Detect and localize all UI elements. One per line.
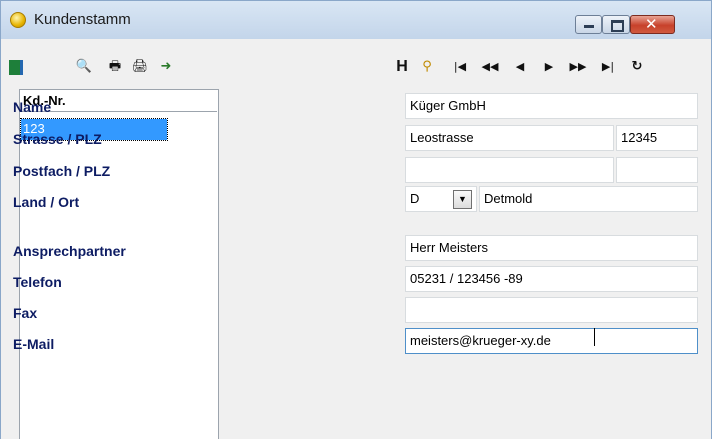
exit-button[interactable] xyxy=(7,53,25,81)
exit-door-icon xyxy=(9,60,23,75)
window-title: Kundenstamm xyxy=(34,11,131,28)
next-page-button[interactable]: ▶▶ xyxy=(567,53,589,81)
next-page-icon: ▶▶ xyxy=(569,60,587,73)
email-field[interactable]: meisters@krueger-xy.de xyxy=(405,328,698,354)
close-button[interactable]: ✕ xyxy=(630,15,675,34)
label-email: E-Mail xyxy=(13,336,55,352)
label-ansprechpartner: Ansprechpartner xyxy=(13,243,126,259)
land-dropdown-button[interactable]: ▼ xyxy=(453,190,472,209)
print-preview-button[interactable]: 🔍 xyxy=(73,53,95,81)
text-cursor xyxy=(594,328,595,346)
telefon-field[interactable]: 05231 / 123456 -89 xyxy=(405,266,698,292)
postfach-field[interactable] xyxy=(405,157,614,183)
app-icon xyxy=(10,12,26,28)
label-telefon: Telefon xyxy=(13,274,62,290)
close-icon: ✕ xyxy=(645,15,658,33)
toolbar: 🔍 🖶 🖨 ➜ H ⚲ |◀ ◀◀ ◀ ▶ ▶▶ ▶| ↻ xyxy=(1,53,711,83)
first-record-button[interactable]: |◀ xyxy=(449,53,471,81)
prev-page-icon: ◀◀ xyxy=(481,60,499,73)
refresh-icon: ↻ xyxy=(631,59,643,74)
next-record-icon: ▶ xyxy=(544,60,554,73)
strasse-field[interactable]: Leostrasse xyxy=(405,125,614,151)
label-fax: Fax xyxy=(13,305,38,321)
printer-icon: 🖶 xyxy=(108,59,122,74)
print-button[interactable]: 🖶 xyxy=(104,53,126,81)
label-name: Name xyxy=(13,99,52,115)
fax-field[interactable] xyxy=(405,297,698,323)
prev-page-button[interactable]: ◀◀ xyxy=(479,53,501,81)
h-button[interactable]: H xyxy=(393,53,411,81)
filter-icon: ⚲ xyxy=(422,59,432,74)
title-bar[interactable]: Kundenstamm ✕ xyxy=(1,1,711,39)
next-record-button[interactable]: ▶ xyxy=(538,53,560,81)
print-setup-icon: 🖨 xyxy=(131,59,149,74)
print-preview-icon: 🔍 xyxy=(75,59,93,74)
prev-record-icon: ◀ xyxy=(515,60,525,73)
export-button[interactable]: ➜ xyxy=(155,53,177,81)
label-strasse-plz: Strasse / PLZ xyxy=(13,131,102,147)
label-postfach-plz: Postfach / PLZ xyxy=(13,163,111,179)
label-land-ort: Land / Ort xyxy=(13,194,80,210)
kundenstamm-window: Kundenstamm ✕ 🔍 🖶 🖨 ➜ H ⚲ |◀ ◀◀ ◀ ▶ ▶▶ ▶… xyxy=(0,0,712,439)
export-icon: ➜ xyxy=(160,59,172,74)
chevron-down-icon: ▼ xyxy=(458,194,467,204)
maximize-button[interactable] xyxy=(602,15,630,34)
last-record-icon: ▶| xyxy=(601,60,615,73)
ansprechpartner-field[interactable]: Herr Meisters xyxy=(405,235,698,261)
minimize-icon xyxy=(584,25,594,28)
prev-record-button[interactable]: ◀ xyxy=(509,53,531,81)
last-record-button[interactable]: ▶| xyxy=(597,53,619,81)
minimize-button[interactable] xyxy=(575,15,602,34)
postfach-plz-field[interactable] xyxy=(616,157,698,183)
name-field[interactable]: Küger GmbH xyxy=(405,93,698,119)
maximize-icon xyxy=(611,20,624,32)
refresh-button[interactable]: ↻ xyxy=(626,53,648,81)
first-record-icon: |◀ xyxy=(453,60,467,73)
plz-field[interactable]: 12345 xyxy=(616,125,698,151)
ort-field[interactable]: Detmold xyxy=(479,186,698,212)
print-setup-button[interactable]: 🖨 xyxy=(129,53,151,81)
filter-button[interactable]: ⚲ xyxy=(416,53,438,81)
